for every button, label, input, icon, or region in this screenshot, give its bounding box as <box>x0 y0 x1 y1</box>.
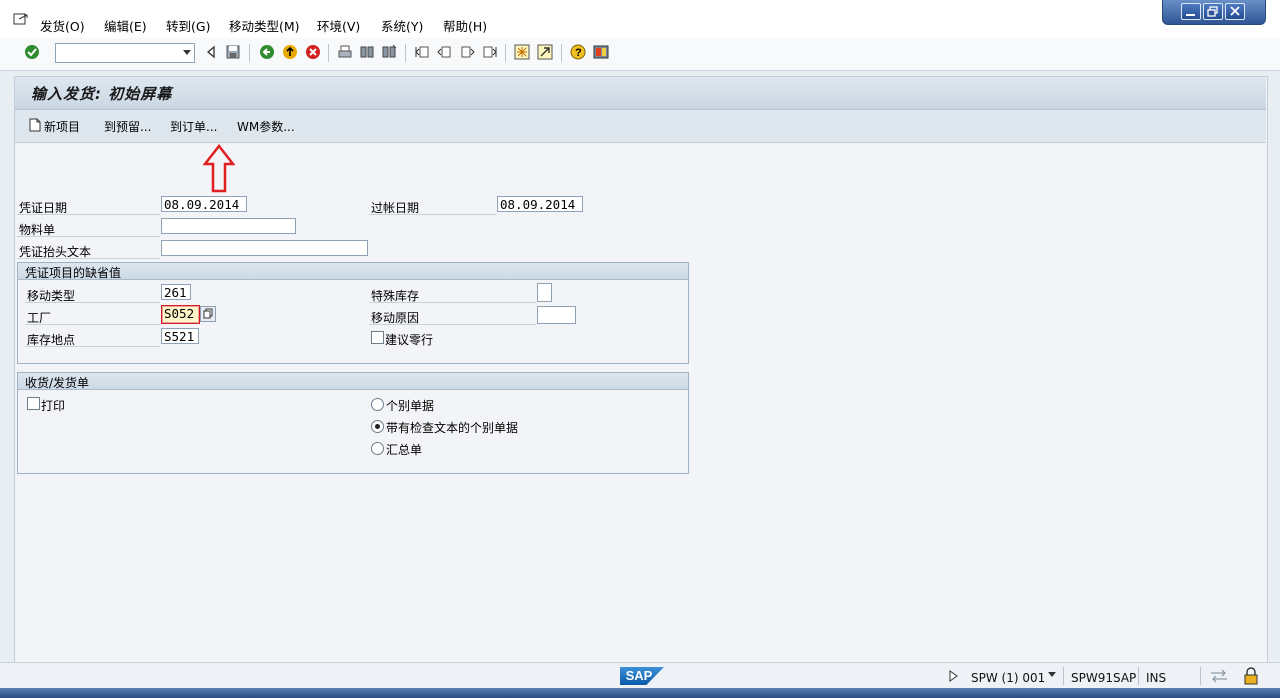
window-controls <box>1162 0 1266 25</box>
posting-date-field[interactable]: 08.09.2014 <box>497 196 583 212</box>
defaults-group: 凭证项目的缺省值 <box>17 262 689 364</box>
collective-slip-radio[interactable] <box>371 442 384 455</box>
search-help-icon[interactable] <box>200 306 216 322</box>
label-underline <box>369 302 536 303</box>
label-underline <box>369 324 536 325</box>
input-mode: INS <box>1146 671 1167 685</box>
plant-field[interactable]: S052 <box>161 305 200 324</box>
individual-slip-radio[interactable] <box>371 398 384 411</box>
status-expand-icon[interactable] <box>948 670 958 682</box>
label-underline <box>25 346 160 347</box>
individual-slip-with-text-radio[interactable] <box>371 420 384 433</box>
individual-slip-with-text-label: 带有检查文本的个别单据 <box>386 421 519 435</box>
close-icon[interactable] <box>1225 3 1245 20</box>
status-separator <box>1200 667 1201 685</box>
movement-type-field[interactable]: 261 <box>161 284 191 300</box>
header-text-field[interactable] <box>161 240 368 256</box>
to-reservation-button[interactable]: 到预留... <box>104 118 151 135</box>
find-icon[interactable] <box>359 44 375 60</box>
collective-slip-label: 汇总单 <box>386 443 423 457</box>
group-title: 凭证项目的缺省值 <box>25 266 122 280</box>
toolbar-separator <box>405 44 406 62</box>
find-next-icon[interactable] <box>381 44 397 60</box>
standard-toolbar: ? <box>0 38 1280 71</box>
label-underline <box>17 258 160 259</box>
menu-system[interactable]: 系统(Y) <box>381 16 423 35</box>
back-icon[interactable] <box>259 44 275 60</box>
status-separator <box>1063 667 1064 685</box>
label-underline <box>17 236 160 237</box>
group-header: 凭证项目的缺省值 <box>18 263 688 280</box>
minimize-icon[interactable] <box>1181 3 1201 20</box>
status-separator <box>1138 667 1139 685</box>
print-checkbox[interactable] <box>27 397 40 410</box>
label-underline <box>17 214 160 215</box>
cancel-icon[interactable] <box>305 44 321 60</box>
toolbar-separator <box>249 44 250 62</box>
print-icon[interactable] <box>337 44 353 60</box>
print-label: 打印 <box>41 399 66 413</box>
gr-gi-slip-group: 收货/发货单 <box>17 372 689 474</box>
label-underline <box>25 324 160 325</box>
exit-icon[interactable] <box>282 44 298 60</box>
status-bar: SAP SPW (1) 001 SPW91SAP INS <box>0 662 1280 689</box>
application-toolbar: 新项目 到预留... 到订单... WM参数... <box>15 110 1266 143</box>
help-icon[interactable]: ? <box>570 44 586 60</box>
individual-slip-label: 个别单据 <box>386 399 435 413</box>
menu-issue[interactable]: 发货(O) <box>40 16 85 35</box>
screen-title-bar: 输入发货: 初始屏幕 <box>15 77 1266 110</box>
new-session-icon[interactable] <box>514 44 530 60</box>
menu-edit[interactable]: 编辑(E) <box>104 16 147 35</box>
group-title: 收货/发货单 <box>25 376 90 390</box>
suggest-zero-lines-label: 建议零行 <box>385 333 434 347</box>
material-slip-field[interactable] <box>161 218 296 234</box>
sap-logo: SAP <box>620 667 664 685</box>
menu-movement-type[interactable]: 移动类型(M) <box>229 16 300 35</box>
menu-goto[interactable]: 转到(G) <box>166 16 210 35</box>
back-arrow-icon[interactable] <box>203 44 219 60</box>
command-field[interactable] <box>55 43 195 63</box>
new-document-icon <box>29 118 41 132</box>
toolbar-separator <box>505 44 506 62</box>
os-taskbar <box>0 688 1280 698</box>
last-page-icon[interactable] <box>481 44 497 60</box>
server-name: SPW91SAP <box>1071 671 1137 685</box>
shortcut-icon[interactable] <box>537 44 553 60</box>
chevron-down-icon[interactable] <box>183 50 191 55</box>
doc-date-field[interactable]: 08.09.2014 <box>161 196 247 212</box>
arrow-up-annotation-icon <box>203 144 235 193</box>
lock-icon <box>1244 667 1258 685</box>
restore-icon[interactable] <box>1203 3 1223 20</box>
wm-params-button[interactable]: WM参数... <box>237 118 295 135</box>
prev-page-icon[interactable] <box>437 44 453 60</box>
customize-icon[interactable] <box>593 44 609 60</box>
storage-location-field[interactable]: S521 <box>161 328 199 344</box>
chevron-down-icon[interactable] <box>1047 671 1057 679</box>
check-icon[interactable] <box>24 44 40 60</box>
menu-help[interactable]: 帮助(H) <box>443 16 487 35</box>
session-info: SPW (1) 001 <box>971 671 1046 685</box>
network-icon <box>1211 669 1227 683</box>
label-underline <box>369 214 496 215</box>
save-icon[interactable] <box>225 44 241 60</box>
toolbar-separator <box>561 44 562 62</box>
svg-text:?: ? <box>575 47 582 59</box>
menu-bar: 发货(O) 编辑(E) 转到(G) 移动类型(M) 环境(V) 系统(Y) 帮助… <box>0 0 1280 39</box>
group-header: 收货/发货单 <box>18 373 688 390</box>
first-page-icon[interactable] <box>415 44 431 60</box>
menu-environment[interactable]: 环境(V) <box>317 16 360 35</box>
movement-reason-field[interactable] <box>537 306 576 324</box>
to-order-button[interactable]: 到订单... <box>170 118 217 135</box>
suggest-zero-lines-checkbox[interactable] <box>371 331 384 344</box>
page-title: 输入发货: 初始屏幕 <box>31 85 173 103</box>
next-page-icon[interactable] <box>459 44 475 60</box>
sap-menu-icon[interactable] <box>13 13 29 27</box>
label-underline <box>25 302 160 303</box>
toolbar-separator <box>328 44 329 62</box>
new-item-button[interactable]: 新项目 <box>44 118 80 135</box>
special-stock-field[interactable] <box>537 283 552 302</box>
